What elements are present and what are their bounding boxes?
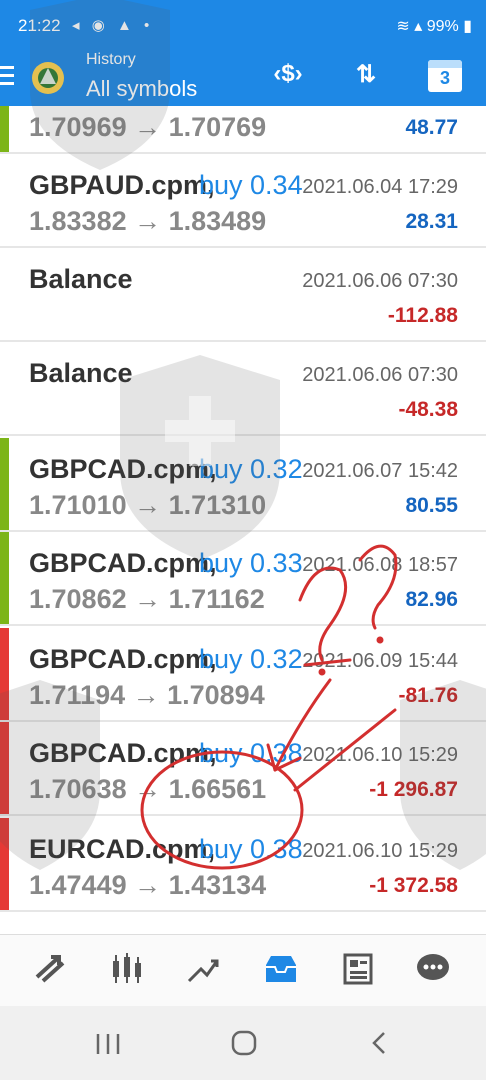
back-icon[interactable] — [360, 1028, 400, 1058]
history-row[interactable]: GBPCAD.cpm, buy 0.33 2021.06.08 18:57 1.… — [0, 532, 486, 626]
history-icon[interactable] — [254, 935, 308, 1007]
balance-datetime: 2021.06.06 07:30 — [302, 364, 458, 387]
trade-prices: 1.47449 → 1.43134 — [29, 870, 267, 900]
quotes-icon[interactable] — [24, 935, 78, 1007]
history-row[interactable]: GBPCAD.cpm, buy 0.32 2021.06.07 15:42 1.… — [0, 438, 486, 532]
app-bar: History All symbols ‹$› ⇅ — [0, 48, 486, 106]
trade-indicator-bar — [0, 532, 9, 624]
trade-indicator-bar — [0, 106, 9, 152]
trade-deal: buy 0.38 — [199, 738, 303, 768]
trade-prices: 1.71010 → 1.71310 — [29, 490, 267, 520]
trade-prices: 1.83382 → 1.83489 — [29, 206, 267, 236]
trade-profit: 48.77 — [405, 116, 458, 139]
sort-icon[interactable]: ⇅ — [348, 60, 384, 92]
trade-datetime: 2021.06.10 15:29 — [302, 744, 458, 767]
balance-amount: -112.88 — [387, 304, 458, 327]
page-subtitle: History — [86, 51, 136, 68]
home-icon[interactable] — [224, 1028, 264, 1058]
trade-deal: buy 0.33 — [199, 548, 303, 578]
status-right: ≋ ▴ 99% ▮ — [396, 16, 472, 36]
trade-datetime: 2021.06.09 15:44 — [302, 650, 458, 673]
trade-datetime: 2021.06.10 15:29 — [302, 840, 458, 863]
bottom-navigation — [0, 934, 486, 1007]
chat-icon[interactable] — [406, 935, 460, 1007]
trade-symbol: GBPCAD.cpm, — [29, 644, 217, 674]
trade-indicator-bar — [0, 818, 9, 910]
recent-apps-icon[interactable] — [88, 1028, 128, 1058]
trade-profit: -1 296.87 — [369, 778, 458, 801]
calendar-icon[interactable]: 3 — [428, 60, 462, 92]
balance-amount: -48.38 — [398, 398, 458, 421]
trade-symbol: GBPCAD.cpm, — [29, 548, 217, 578]
trade-indicator-bar — [0, 628, 9, 720]
history-list[interactable]: 1.70969 → 1.70769 48.77 GBPAUD.cpm, buy … — [0, 106, 486, 934]
page-title[interactable]: All symbols — [86, 76, 197, 102]
trade-datetime: 2021.06.07 15:42 — [302, 460, 458, 483]
trade-icon[interactable] — [176, 935, 230, 1007]
history-row[interactable]: 1.70969 → 1.70769 48.77 — [0, 106, 486, 154]
metatrader-logo-icon — [28, 58, 68, 98]
trade-profit: -81.76 — [398, 684, 458, 707]
trade-symbol: GBPCAD.cpm, — [29, 738, 217, 768]
history-row[interactable]: GBPCAD.cpm, buy 0.38 2021.06.10 15:29 1.… — [0, 722, 486, 816]
trade-deal: buy 0.34 — [199, 170, 303, 200]
trade-symbol: EURCAD.cpm, — [29, 834, 216, 864]
trade-prices: 1.70969 → 1.70769 — [29, 112, 267, 142]
trade-prices: 1.70638 → 1.66561 — [29, 774, 267, 804]
system-navigation — [0, 1006, 486, 1080]
balance-label: Balance — [29, 264, 133, 294]
balance-label: Balance — [29, 358, 133, 388]
calendar-day: 3 — [439, 68, 450, 88]
trade-prices: 1.70862 → 1.71162 — [29, 584, 265, 614]
notification-icons: ◂ ◉ ▲ • — [72, 17, 154, 34]
signal-icon: ▴ — [414, 18, 423, 35]
history-row[interactable]: EURCAD.cpm, buy 0.38 2021.06.10 15:29 1.… — [0, 818, 486, 912]
balance-row[interactable]: Balance 2021.06.06 07:30 -112.88 — [0, 248, 486, 342]
trade-deal: buy 0.38 — [199, 834, 303, 864]
deposit-currency-icon[interactable]: ‹$› — [270, 60, 306, 92]
trade-datetime: 2021.06.08 18:57 — [302, 554, 458, 577]
trade-profit: 82.96 — [405, 588, 458, 611]
status-time: 21:22 — [18, 16, 61, 35]
balance-datetime: 2021.06.06 07:30 — [302, 270, 458, 293]
status-bar: 21:22 ◂ ◉ ▲ • ≋ ▴ 99% ▮ — [0, 0, 486, 48]
balance-row[interactable]: Balance 2021.06.06 07:30 -48.38 — [0, 342, 486, 436]
trade-symbol: GBPAUD.cpm, — [29, 170, 215, 200]
menu-icon[interactable] — [0, 66, 16, 88]
trade-symbol: GBPCAD.cpm, — [29, 454, 217, 484]
trade-indicator-bar — [0, 438, 9, 530]
news-icon[interactable] — [330, 935, 384, 1007]
trade-profit: 28.31 — [405, 210, 458, 233]
history-row[interactable]: GBPAUD.cpm, buy 0.34 2021.06.04 17:29 1.… — [0, 154, 486, 248]
battery-level: 99% — [426, 18, 459, 35]
trade-datetime: 2021.06.04 17:29 — [302, 176, 458, 199]
history-row[interactable]: GBPCAD.cpm, buy 0.32 2021.06.09 15:44 1.… — [0, 628, 486, 722]
chart-icon[interactable] — [100, 935, 154, 1007]
trade-profit: 80.55 — [405, 494, 458, 517]
trade-indicator-bar — [0, 722, 9, 814]
trade-deal: buy 0.32 — [199, 454, 303, 484]
battery-icon: ▮ — [463, 18, 472, 35]
trade-profit: -1 372.58 — [369, 874, 458, 897]
trade-deal: buy 0.32 — [199, 644, 303, 674]
trade-prices: 1.71194 → 1.70894 — [29, 680, 265, 710]
wifi-icon: ≋ — [396, 18, 410, 35]
